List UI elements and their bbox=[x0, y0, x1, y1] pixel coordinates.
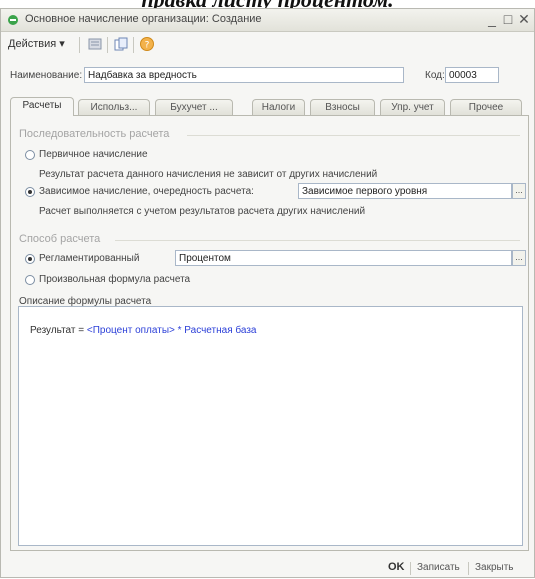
primary-accrual-description: Результат расчета данного начисления не … bbox=[39, 169, 378, 180]
close-button[interactable]: Закрыть bbox=[475, 562, 514, 573]
formula-operator: * bbox=[174, 325, 185, 336]
tab-contributions[interactable]: Взносы bbox=[310, 99, 375, 115]
dependent-accrual-radio[interactable] bbox=[25, 187, 35, 197]
toolbar-separator bbox=[107, 37, 108, 53]
ok-button[interactable]: OK bbox=[388, 561, 405, 573]
tab-other[interactable]: Прочее bbox=[450, 99, 522, 115]
dependent-accrual-label: Зависимое начисление, очередность расчет… bbox=[39, 186, 254, 197]
copy-icon[interactable] bbox=[113, 36, 129, 52]
window-title: Основное начисление организации: Создани… bbox=[25, 13, 262, 25]
section-divider bbox=[187, 135, 520, 136]
primary-accrual-radio[interactable] bbox=[25, 150, 35, 160]
tab-calculations[interactable]: Расчеты bbox=[10, 97, 74, 116]
calc-method-title: Способ расчета bbox=[19, 233, 101, 245]
primary-accrual-label: Первичное начисление bbox=[39, 149, 148, 160]
calc-method-select-button[interactable]: ... bbox=[512, 250, 526, 266]
calc-sequence-title: Последовательность расчета bbox=[19, 128, 170, 140]
help-icon[interactable]: ? bbox=[139, 36, 155, 52]
arbitrary-formula-label: Произвольная формула расчета bbox=[39, 274, 191, 285]
arbitrary-formula-radio[interactable] bbox=[25, 275, 35, 285]
button-separator bbox=[468, 562, 469, 575]
dependent-accrual-description: Расчет выполняется с учетом результатов … bbox=[39, 206, 366, 217]
maximize-button[interactable]: □ bbox=[501, 11, 515, 27]
regulated-label: Регламентированный bbox=[39, 253, 140, 264]
title-bar: Основное начисление организации: Создани… bbox=[1, 9, 534, 32]
toolbar-separator bbox=[133, 37, 134, 53]
code-field[interactable]: 00003 bbox=[445, 67, 499, 83]
button-separator bbox=[410, 562, 411, 575]
save-button[interactable]: Записать bbox=[417, 562, 460, 573]
tab-usage[interactable]: Использ... bbox=[78, 99, 150, 115]
formula-text: Результат = <Процент оплаты> * Расчетная… bbox=[30, 325, 256, 336]
calc-order-field[interactable]: Зависимое первого уровня bbox=[298, 183, 512, 199]
minimize-button[interactable]: _ bbox=[485, 11, 499, 27]
actions-menu[interactable]: Действия ▾ bbox=[8, 37, 65, 50]
tab-accounting[interactable]: Бухучет ... bbox=[155, 99, 233, 115]
tab-management-accounting[interactable]: Упр. учет bbox=[380, 99, 445, 115]
dialog-window: Основное начисление организации: Создани… bbox=[0, 8, 535, 578]
toolbar: Действия ▾ ? bbox=[1, 32, 534, 56]
close-window-button[interactable]: ✕ bbox=[517, 11, 531, 28]
list-icon[interactable] bbox=[87, 36, 103, 52]
toolbar-separator bbox=[79, 37, 80, 53]
section-divider bbox=[115, 240, 520, 241]
tab-strip: Расчеты Использ... Бухучет ... Налоги Вз… bbox=[10, 97, 529, 116]
app-icon bbox=[8, 15, 18, 25]
tab-taxes[interactable]: Налоги bbox=[252, 99, 305, 115]
calc-method-field[interactable]: Процентом bbox=[175, 250, 512, 266]
bottom-button-bar: OK Записать Закрыть bbox=[1, 559, 534, 577]
formula-term-payment-percent: <Процент оплаты> bbox=[86, 325, 175, 336]
formula-term-base: Расчетная база bbox=[184, 325, 257, 336]
calc-order-select-button[interactable]: ... bbox=[512, 183, 526, 199]
regulated-radio[interactable] bbox=[25, 254, 35, 264]
svg-text:?: ? bbox=[145, 41, 150, 51]
name-label: Наименование: bbox=[10, 70, 83, 81]
formula-prefix: Результат = bbox=[30, 325, 87, 336]
code-label: Код: bbox=[425, 70, 445, 81]
formula-description-area[interactable]: Результат = <Процент оплаты> * Расчетная… bbox=[18, 306, 523, 546]
name-field[interactable]: Надбавка за вредность bbox=[84, 67, 404, 83]
